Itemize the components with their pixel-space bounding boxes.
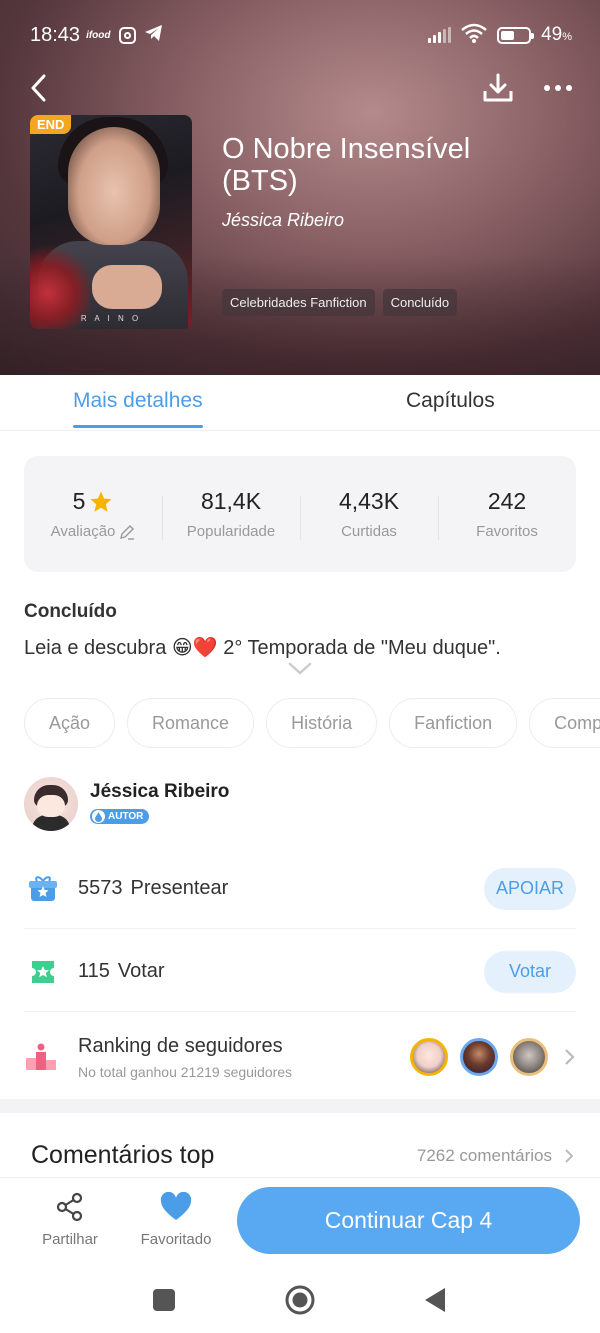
status-right: 49%: [428, 23, 572, 48]
status-bar: 18:43 ifood 49%: [30, 18, 572, 52]
recents-button[interactable]: [147, 1283, 181, 1317]
drop-icon: [92, 810, 105, 824]
edit-icon: [120, 524, 135, 540]
system-navigation-bar: [0, 1263, 600, 1333]
tab-bar: Mais detalhes Capítulos: [0, 375, 600, 431]
avatar: [410, 1038, 448, 1076]
story-description: Leia e descubra 😁❤️ 2° Temporada de "Meu…: [24, 637, 501, 659]
stat-popularity: 81,4K Popularidade: [162, 488, 300, 540]
continue-reading-button[interactable]: Continuar Cap 4: [237, 1187, 580, 1254]
author-badge: AUTOR: [90, 809, 150, 825]
chevron-right-icon: [565, 1149, 574, 1163]
avatar: [460, 1038, 498, 1076]
favorite-button[interactable]: Favoritado: [136, 1191, 216, 1248]
ticket-icon: [32, 960, 54, 983]
ifood-notification-icon: ifood: [86, 29, 111, 41]
genre-chips: Ação Romance História Fanfiction Comp: [24, 698, 600, 748]
author-name: Jéssica Ribeiro: [90, 781, 230, 803]
bottom-action-bar: Partilhar Favoritado Continuar Cap 4: [0, 1177, 600, 1263]
battery-icon: [497, 26, 535, 44]
genre-chip[interactable]: Fanfiction: [389, 698, 518, 748]
likes-value: 4,43K: [338, 488, 400, 514]
book-cover[interactable]: R A I N O: [30, 115, 192, 329]
book-header: 18:43 ifood 49% R A I N O END O Nobre In…: [0, 0, 600, 375]
book-author[interactable]: Jéssica Ribeiro: [222, 210, 344, 231]
back-nav-button[interactable]: [418, 1283, 452, 1317]
star-icon: [90, 491, 112, 512]
top-nav: [0, 64, 600, 112]
favorite-label: Favoritado: [140, 1231, 212, 1248]
book-title: O Nobre Insensível (BTS): [222, 133, 471, 197]
cover-signature: R A I N O: [80, 314, 142, 323]
battery-percent: 49%: [541, 24, 572, 45]
rating-value: 5: [72, 488, 86, 514]
back-arrow-icon: [31, 74, 46, 102]
chevron-down-icon: [288, 662, 312, 675]
comments-title: Comentários top: [31, 1141, 215, 1169]
comments-count-link[interactable]: 7262 comentários: [417, 1146, 574, 1166]
instagram-notification-icon: [118, 26, 136, 44]
share-button[interactable]: Partilhar: [30, 1192, 110, 1248]
share-icon: [56, 1192, 83, 1222]
section-divider: [0, 1099, 600, 1113]
stat-rating[interactable]: 5 Avaliação: [24, 488, 162, 540]
book-tags: Celebridades Fanfiction Concluído: [222, 289, 458, 316]
story-status: Concluído: [24, 601, 117, 622]
signal-icon: [428, 27, 452, 43]
square-icon: [153, 1289, 175, 1311]
share-label: Partilhar: [42, 1231, 98, 1248]
gift-row: 5573 Presentear APOIAR: [24, 849, 576, 929]
ranking-subtitle: No total ganhou 21219 seguidores: [78, 1063, 293, 1080]
gift-icon: [29, 875, 57, 901]
gift-count: 5573: [78, 877, 123, 899]
heart-icon: [160, 1191, 192, 1220]
likes-label: Curtidas: [341, 523, 397, 540]
genre-chip[interactable]: Romance: [127, 698, 255, 748]
tag-status[interactable]: Concluído: [382, 289, 458, 316]
top-followers: [410, 1038, 548, 1076]
genre-chip[interactable]: Comp: [529, 698, 600, 748]
back-button[interactable]: [18, 68, 58, 108]
circle-icon: [285, 1285, 315, 1315]
stat-likes: 4,43K Curtidas: [300, 488, 438, 540]
genre-chip[interactable]: História: [266, 698, 378, 748]
favorites-value: 242: [487, 488, 527, 514]
support-button[interactable]: APOIAR: [484, 867, 576, 910]
more-options-button[interactable]: [536, 68, 580, 108]
triangle-back-icon: [425, 1288, 445, 1312]
rating-label: Avaliação: [50, 523, 116, 540]
dot-icon: [566, 85, 572, 91]
popularity-label: Popularidade: [186, 523, 276, 540]
gift-label: Presentear: [130, 877, 229, 899]
stats-card: 5 Avaliação 81,4K Popularidade 4,43K Cur…: [24, 456, 576, 572]
avatar: [510, 1038, 548, 1076]
download-icon: [483, 73, 513, 102]
genre-chip[interactable]: Ação: [24, 698, 116, 748]
expand-description-button[interactable]: [288, 662, 312, 680]
follower-ranking-row[interactable]: Ranking de seguidores No total ganhou 21…: [24, 1017, 576, 1097]
dot-icon: [544, 85, 550, 91]
stat-favorites: 242 Favoritos: [438, 488, 576, 540]
telegram-notification-icon: [144, 24, 164, 47]
vote-row: 115 Votar Votar: [24, 932, 576, 1012]
chevron-right-icon: [565, 1049, 575, 1065]
vote-label: Votar: [117, 960, 165, 982]
end-badge: END: [30, 115, 72, 134]
favorites-label: Favoritos: [476, 523, 538, 540]
podium-icon: [26, 1043, 56, 1070]
avatar: [24, 777, 78, 831]
tab-chapters[interactable]: Capítulos: [406, 389, 495, 413]
vote-button[interactable]: Votar: [484, 950, 576, 993]
download-button[interactable]: [478, 68, 518, 108]
vote-count: 115: [78, 960, 110, 982]
tab-details[interactable]: Mais detalhes: [73, 389, 203, 428]
ranking-title: Ranking de seguidores: [78, 1034, 283, 1057]
popularity-value: 81,4K: [200, 488, 262, 514]
tag-category[interactable]: Celebridades Fanfiction: [222, 289, 375, 316]
wifi-icon: [461, 23, 487, 48]
author-profile[interactable]: Jéssica Ribeiro AUTOR: [24, 777, 229, 831]
status-time: 18:43: [30, 23, 81, 46]
dot-icon: [555, 85, 561, 91]
home-button[interactable]: [283, 1283, 317, 1317]
